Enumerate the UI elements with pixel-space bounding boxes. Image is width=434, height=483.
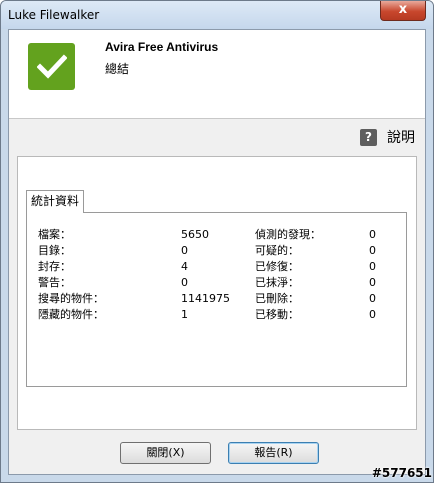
stat-label: 警告： (38, 276, 71, 289)
stat-value: 0 (369, 228, 376, 241)
app-name: Avira Free Antivirus (105, 40, 219, 54)
dialog-body: Avira Free Antivirus 總結 ? 說明 統計資料 檔案： 目錄… (8, 29, 426, 475)
stat-label: 目錄： (38, 244, 71, 257)
watermark-text: #577651 (371, 466, 432, 480)
close-button[interactable]: 關閉(X) (120, 442, 211, 464)
checkmark-icon (28, 43, 75, 90)
stat-value: 0 (369, 244, 376, 257)
close-window-button[interactable]: x (380, 1, 426, 21)
stat-value: 0 (369, 292, 376, 305)
statistics-panel: 統計資料 檔案： 目錄： 封存： 警告： 搜尋的物件： 隱藏的物件： 5650 … (17, 156, 417, 430)
stat-value: 1141975 (181, 292, 230, 305)
title-bar[interactable]: Luke Filewalker x (1, 1, 433, 29)
left-labels: 檔案： 目錄： 封存： 警告： 搜尋的物件： 隱藏的物件： (38, 227, 104, 323)
stat-label: 已修復： (255, 260, 299, 273)
page-subtitle: 總結 (105, 62, 130, 76)
stat-value: 0 (181, 276, 188, 289)
stat-label: 已刪除： (255, 292, 299, 305)
stat-label: 檔案： (38, 228, 71, 241)
stat-value: 4 (181, 260, 188, 273)
report-button[interactable]: 報告(R) (228, 442, 319, 464)
stat-value: 0 (369, 260, 376, 273)
close-icon: x (398, 2, 408, 17)
help-link[interactable]: ? 說明 (360, 127, 415, 147)
stat-value: 0 (181, 244, 188, 257)
stat-label: 偵測的發現： (255, 228, 321, 241)
stat-label: 搜尋的物件： (38, 292, 104, 305)
stat-label: 已移動： (255, 308, 299, 321)
tab-statistics[interactable]: 統計資料 (26, 190, 84, 213)
stat-label: 隱藏的物件： (38, 308, 104, 321)
right-values: 0 0 0 0 0 0 (369, 227, 376, 323)
window-title: Luke Filewalker (8, 8, 100, 22)
header-banner: Avira Free Antivirus 總結 (9, 30, 425, 119)
stat-label: 封存： (38, 260, 71, 273)
help-label: 說明 (387, 130, 415, 146)
dialog-window: Luke Filewalker x Avira Free Antivirus 總… (0, 0, 434, 483)
stat-label: 已抹淨： (255, 276, 299, 289)
stat-label: 可疑的： (255, 244, 299, 257)
right-labels: 偵測的發現： 可疑的： 已修復： 已抹淨： 已刪除： 已移動： (255, 227, 321, 323)
stat-value: 5650 (181, 228, 209, 241)
stat-value: 0 (369, 308, 376, 321)
stat-value: 0 (369, 276, 376, 289)
stat-value: 1 (181, 308, 188, 321)
left-values: 5650 0 4 0 1141975 1 (181, 227, 230, 323)
statistics-tab-content: 檔案： 目錄： 封存： 警告： 搜尋的物件： 隱藏的物件： 5650 0 4 0… (26, 212, 407, 387)
question-icon: ? (360, 128, 377, 146)
